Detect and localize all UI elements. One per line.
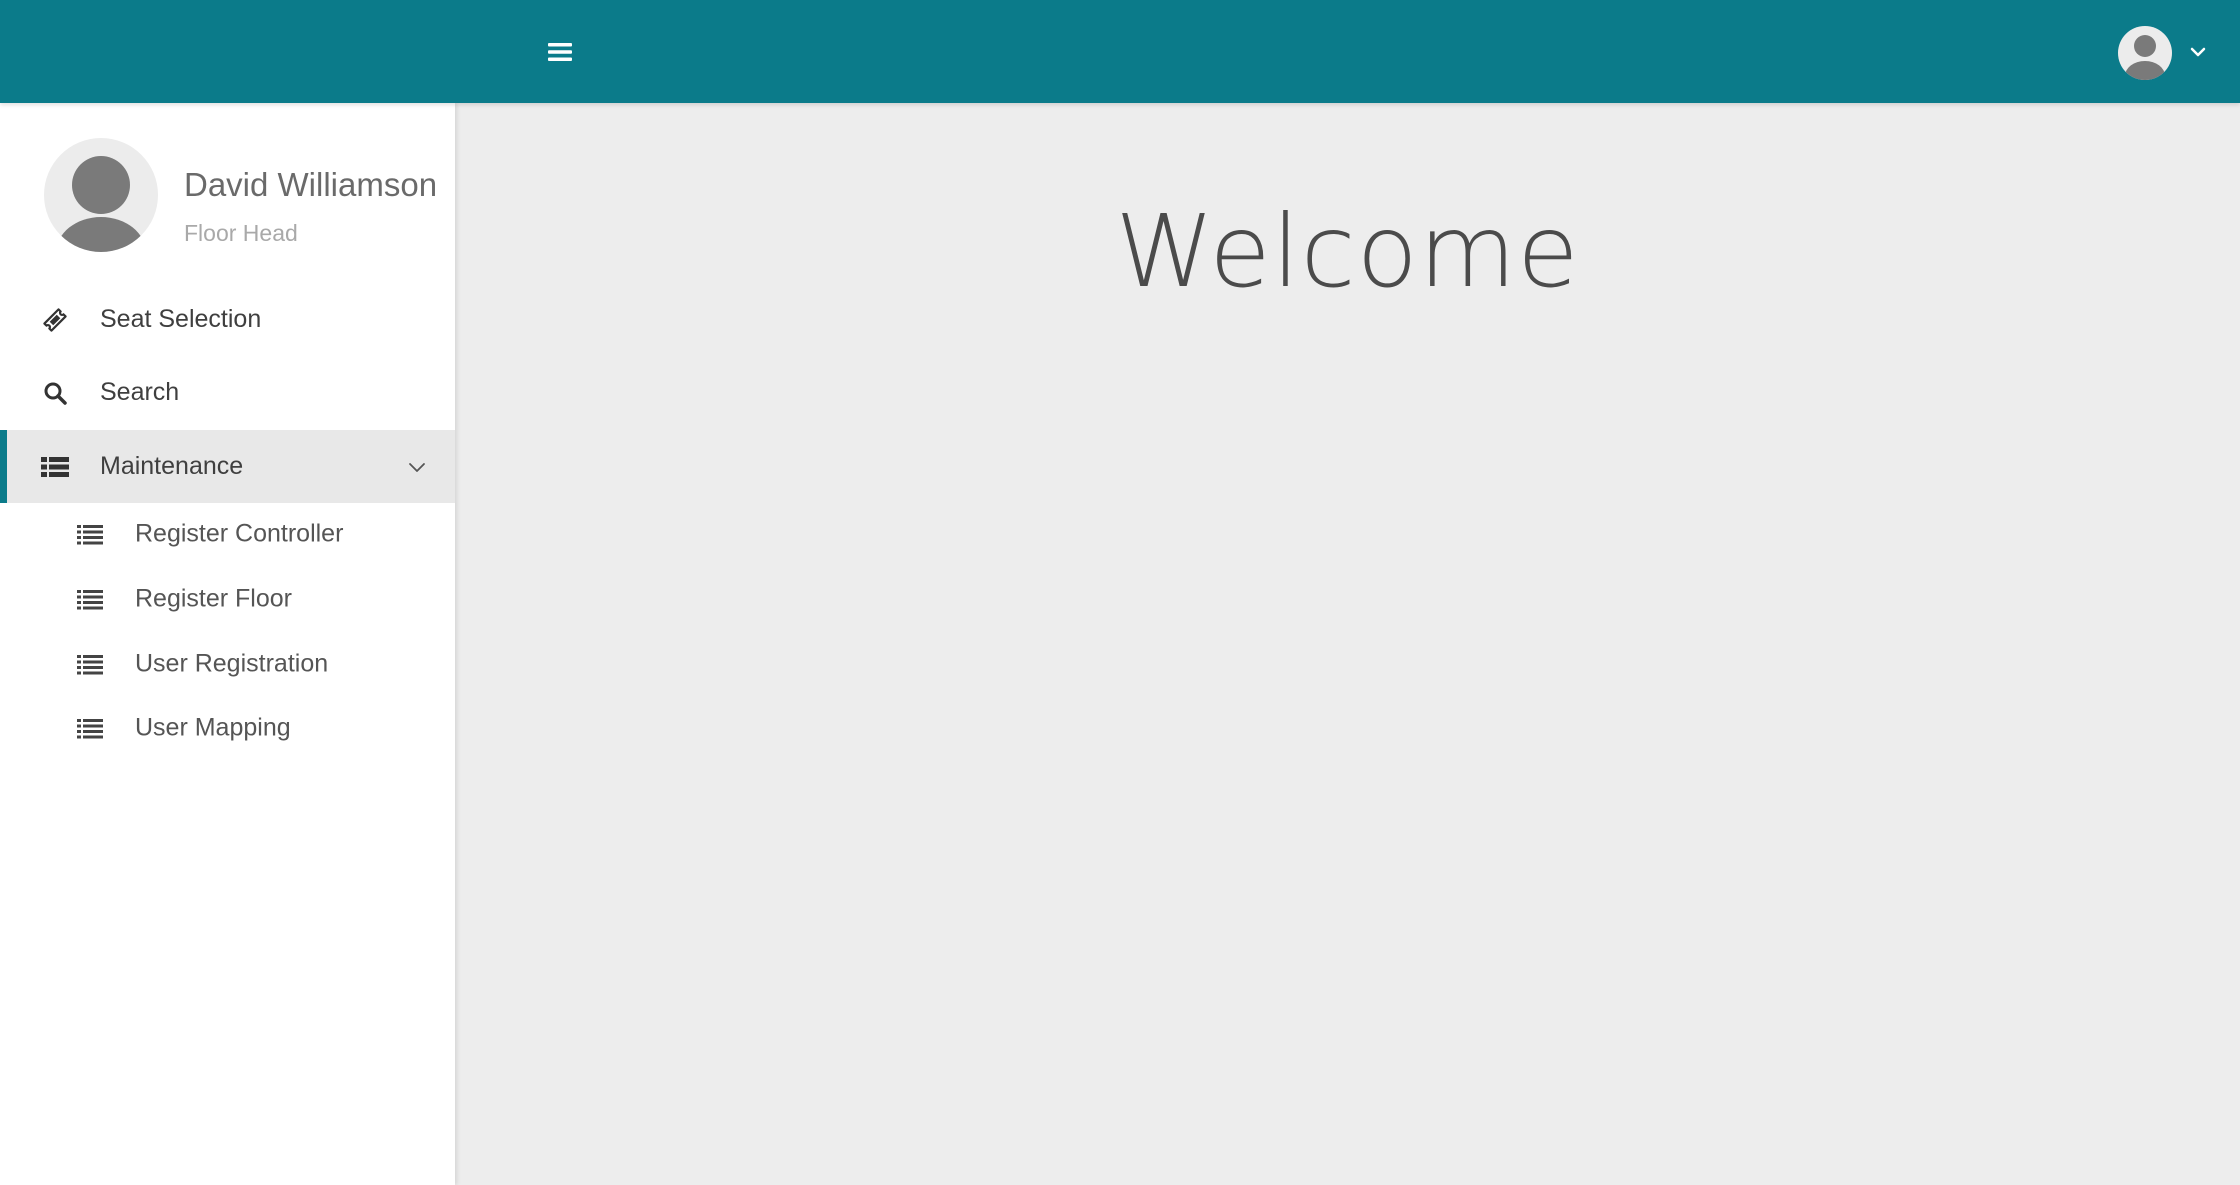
list-icon <box>75 586 105 612</box>
search-icon <box>40 378 70 408</box>
sidebar-item-search[interactable]: Search <box>0 356 455 429</box>
sidebar-item-label: Seat Selection <box>100 305 262 333</box>
user-menu[interactable] <box>2118 25 2218 81</box>
user-avatar-icon[interactable] <box>2118 26 2172 80</box>
ticket-icon <box>40 305 70 335</box>
submenu-item-user-mapping[interactable]: User Mapping <box>0 697 455 759</box>
list-icon <box>75 715 105 741</box>
submenu-item-label: User Registration <box>135 649 329 678</box>
submenu-item-label: Register Controller <box>135 519 344 548</box>
top-navbar <box>0 0 2240 103</box>
chevron-down-icon[interactable] <box>405 455 429 479</box>
sidebar-item-maintenance[interactable]: Maintenance <box>0 430 455 503</box>
main-content: Welcome <box>455 103 2240 1185</box>
submenu-item-register-controller[interactable]: Register Controller <box>0 503 455 565</box>
submenu-item-register-floor[interactable]: Register Floor <box>0 568 455 630</box>
user-avatar-icon <box>44 138 158 252</box>
list-icon <box>75 521 105 547</box>
sidebar-item-label: Search <box>100 378 180 406</box>
sidebar: David Williamson Floor Head Seat Selecti… <box>0 103 455 1185</box>
submenu-item-user-registration[interactable]: User Registration <box>0 633 455 695</box>
submenu-item-label: Register Floor <box>135 584 292 613</box>
sidebar-item-label: Maintenance <box>100 452 244 480</box>
chevron-down-icon[interactable] <box>2190 44 2206 62</box>
user-profile: David Williamson Floor Head <box>44 138 444 252</box>
profile-role: Floor Head <box>184 220 298 246</box>
hamburger-icon[interactable] <box>540 37 580 67</box>
list-icon <box>40 452 70 482</box>
sidebar-item-seat-selection[interactable]: Seat Selection <box>0 283 455 356</box>
welcome-heading: Welcome <box>1115 193 1580 310</box>
profile-name: David Williamson <box>184 166 438 203</box>
submenu-item-label: User Mapping <box>135 713 291 742</box>
list-icon <box>75 651 105 677</box>
